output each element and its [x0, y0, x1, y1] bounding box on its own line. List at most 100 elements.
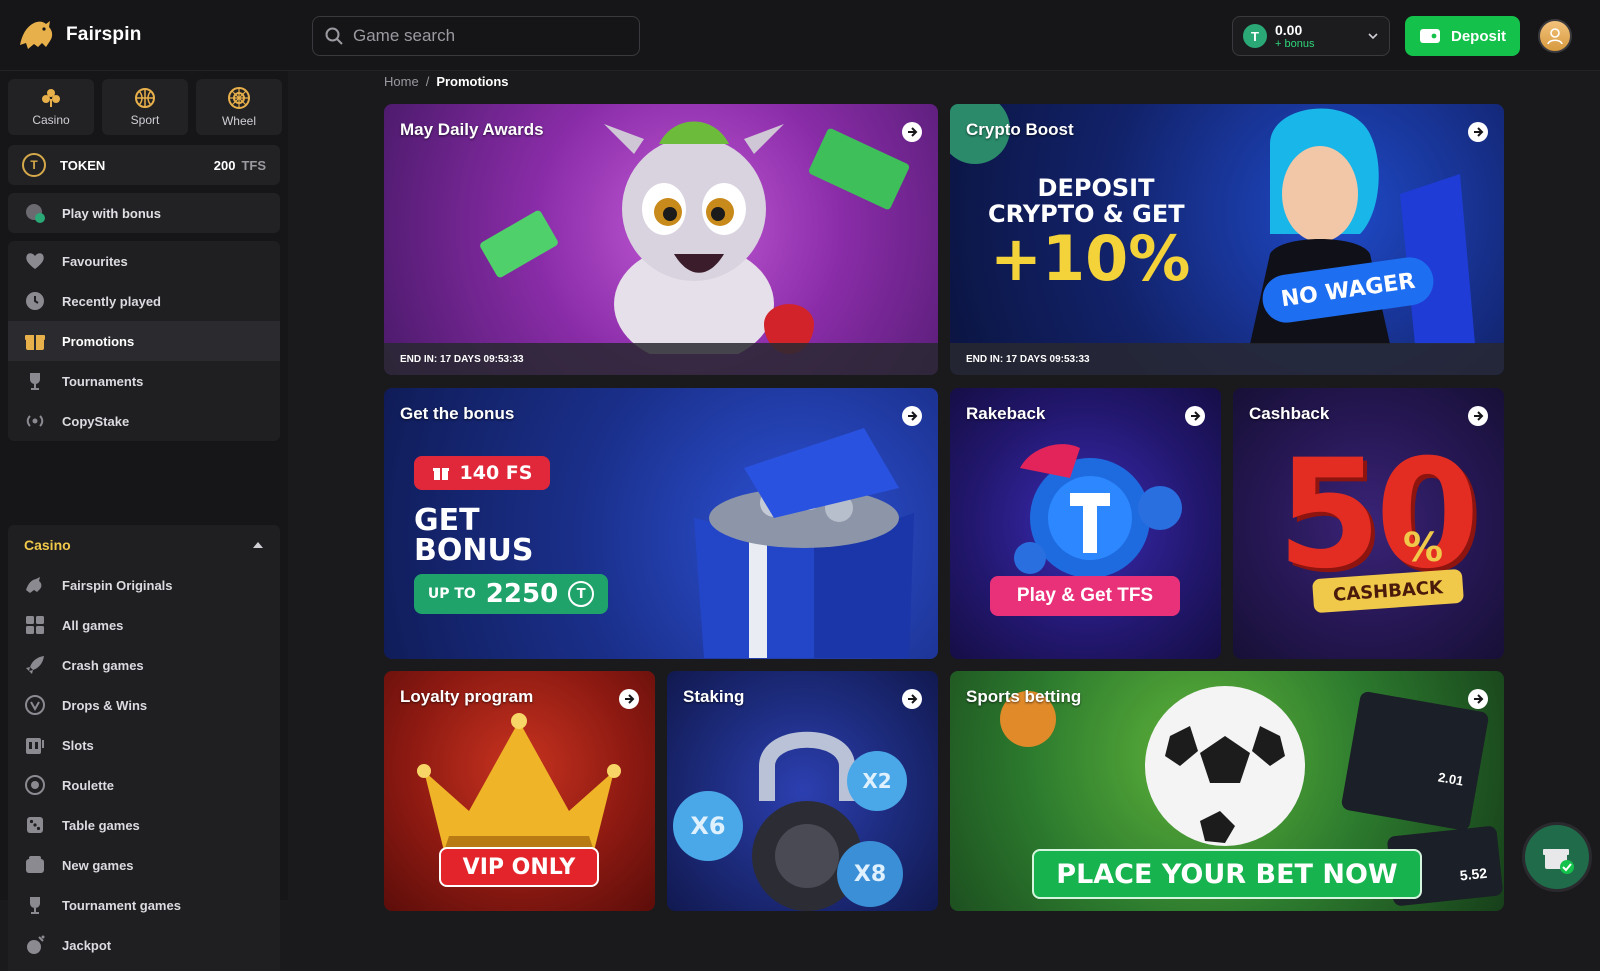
sidebar-item-label: Recently played: [62, 293, 161, 309]
casino-section-header[interactable]: Casino: [8, 525, 280, 565]
top-header: Fairspin T 0.00 + bonus Deposit: [0, 0, 1600, 71]
sidebar-item-label: Jackpot: [62, 937, 112, 953]
sidebar-item-drops-wins[interactable]: Drops & Wins: [8, 685, 280, 725]
promo-countdown: END IN: 17 DAYS 09:53:33: [950, 343, 1504, 375]
staking-coin-x8: X8: [837, 841, 903, 907]
sidebar-item-new-games[interactable]: New games: [8, 845, 280, 885]
token-balance-row[interactable]: T TOKEN 200 TFS: [8, 145, 280, 185]
search-input[interactable]: [353, 26, 623, 46]
jackpot-icon: [27, 935, 45, 954]
tether-coin-icon: T: [1243, 24, 1267, 48]
deposit-label: Deposit: [1450, 27, 1506, 45]
support-chat-button[interactable]: [1522, 822, 1592, 892]
free-spins-label: 140 FS: [459, 462, 533, 484]
sidebar-item-promotions[interactable]: Promotions: [8, 321, 280, 361]
lion-icon: [26, 577, 42, 593]
bet-odds: 2.01: [1436, 769, 1465, 789]
promo-title: Sports betting: [966, 687, 1082, 706]
arrow-right-icon[interactable]: [619, 689, 639, 709]
arrow-right-icon[interactable]: [1185, 406, 1205, 426]
vip-only-badge: VIP ONLY: [439, 847, 599, 887]
arrow-right-icon[interactable]: [902, 406, 922, 426]
bonus-amount-badge: UP TO 2250 T: [414, 574, 608, 614]
sidebar-item-slots[interactable]: Slots: [8, 725, 280, 765]
drop-icon: [25, 695, 45, 715]
sidebar-item-jackpot[interactable]: Jackpot: [8, 925, 280, 965]
promo-card-may-daily-awards[interactable]: May Daily Awards END IN: 17 DAYS 09:53:3…: [384, 104, 938, 375]
deposit-button[interactable]: Deposit: [1405, 16, 1520, 56]
sidebar-item-label: Drops & Wins: [62, 697, 148, 713]
promo-title: Staking: [683, 687, 745, 706]
promo-card-crypto-boost[interactable]: Crypto Boost DEPOSIT CRYPTO & GET +10% N…: [950, 104, 1504, 375]
gift-box-illustration: [694, 428, 914, 658]
promo-card-sports-betting[interactable]: Sports betting 2.01 5.52 PLACE YOUR BET …: [950, 671, 1504, 911]
slot-icon: [26, 738, 44, 754]
basketball-icon: [135, 88, 155, 108]
arrow-right-icon[interactable]: [1468, 406, 1488, 426]
bonus-headline-line2: BONUS: [414, 533, 534, 568]
sidebar-item-copystake[interactable]: CopyStake: [8, 401, 280, 441]
sidebar-item-tournaments[interactable]: Tournaments: [8, 361, 280, 401]
sidebar-item-favourites[interactable]: Favourites: [8, 241, 280, 281]
promo-title: Cashback: [1249, 404, 1330, 423]
gift-icon: [25, 335, 45, 350]
sidebar-item-fairspin-originals[interactable]: Fairspin Originals: [8, 565, 280, 605]
casino-section-title: Casino: [24, 537, 71, 553]
grid-icon: [26, 616, 44, 634]
heart-icon: [26, 253, 44, 269]
trophy-icon: [30, 897, 40, 914]
tile-wheel[interactable]: Wheel: [196, 79, 282, 135]
brand-logo[interactable]: Fairspin: [16, 17, 142, 53]
play-with-bonus-label: Play with bonus: [62, 205, 161, 221]
sidebar-item-tournament-games[interactable]: Tournament games: [8, 885, 280, 925]
arrow-right-icon[interactable]: [902, 122, 922, 142]
promo-card-cashback[interactable]: Cashback 50 % CASHBACK: [1233, 388, 1504, 659]
trophy-icon: [30, 373, 40, 390]
game-search-box[interactable]: [312, 16, 640, 56]
promo-countdown: END IN: 17 DAYS 09:53:33: [384, 343, 938, 375]
breadcrumb-home[interactable]: Home: [384, 74, 419, 89]
tile-casino[interactable]: Casino: [8, 79, 94, 135]
gift-icon: [432, 468, 449, 480]
promo-card-rakeback[interactable]: Rakeback Play & Get TFS: [950, 388, 1221, 659]
promo-title: Crypto Boost: [966, 120, 1074, 139]
balance-selector[interactable]: T 0.00 + bonus: [1232, 16, 1390, 56]
cashback-percent-sign: %: [1403, 525, 1444, 571]
sidebar-item-label: All games: [62, 617, 124, 633]
breadcrumb-current: Promotions: [436, 74, 509, 89]
bet-slip-card: 2.01: [1340, 690, 1490, 832]
sidebar-item-crash-games[interactable]: Crash games: [8, 645, 280, 685]
arrow-right-icon[interactable]: [1468, 689, 1488, 709]
bonus-upto-value: 2250: [485, 579, 559, 609]
balance-amount: 0.00: [1275, 21, 1303, 38]
top-category-tiles: Casino Sport Wheel: [8, 79, 282, 135]
arrow-right-icon[interactable]: [1468, 122, 1488, 142]
sidebar-item-table-games[interactable]: Table games: [8, 805, 280, 845]
brand-name: Fairspin: [66, 24, 142, 45]
wheel-icon: [228, 87, 250, 109]
place-bet-cta-button[interactable]: PLACE YOUR BET NOW: [1032, 849, 1422, 899]
user-avatar[interactable]: [1538, 19, 1572, 53]
rakeback-cta-button[interactable]: Play & Get TFS: [990, 576, 1180, 616]
sidebar-item-label: Roulette: [62, 777, 114, 793]
play-with-bonus-button[interactable]: Play with bonus: [8, 193, 280, 233]
arrow-right-icon[interactable]: [902, 689, 922, 709]
promo-title: Loyalty program: [400, 687, 534, 706]
sidebar-item-label: Promotions: [62, 333, 135, 349]
breadcrumb: Home / Promotions: [384, 74, 509, 89]
token-icon: T: [22, 153, 46, 177]
crypto-headline-line1: DEPOSIT: [1037, 174, 1155, 202]
chevron-up-icon: [253, 542, 263, 548]
clock-icon: [26, 292, 44, 310]
tile-sport[interactable]: Sport: [102, 79, 188, 135]
sidebar-item-recently-played[interactable]: Recently played: [8, 281, 280, 321]
sidebar-item-label: Table games: [62, 817, 140, 833]
main-content: Home / Promotions May Daily Awards END I…: [288, 71, 1600, 911]
sidebar-item-all-games[interactable]: All games: [8, 605, 280, 645]
promo-card-get-the-bonus[interactable]: Get the bonus 140 FS GET BONUS UP TO 225…: [384, 388, 938, 659]
left-sidebar: Casino Sport Wheel T TOKEN 200 TFS Play …: [0, 71, 288, 971]
promo-card-staking[interactable]: Staking X6 X2 X8: [667, 671, 938, 911]
sidebar-item-roulette[interactable]: Roulette: [8, 765, 280, 805]
promo-card-loyalty-program[interactable]: Loyalty program VIP ONLY: [384, 671, 655, 911]
wallet-icon: [1419, 29, 1440, 43]
